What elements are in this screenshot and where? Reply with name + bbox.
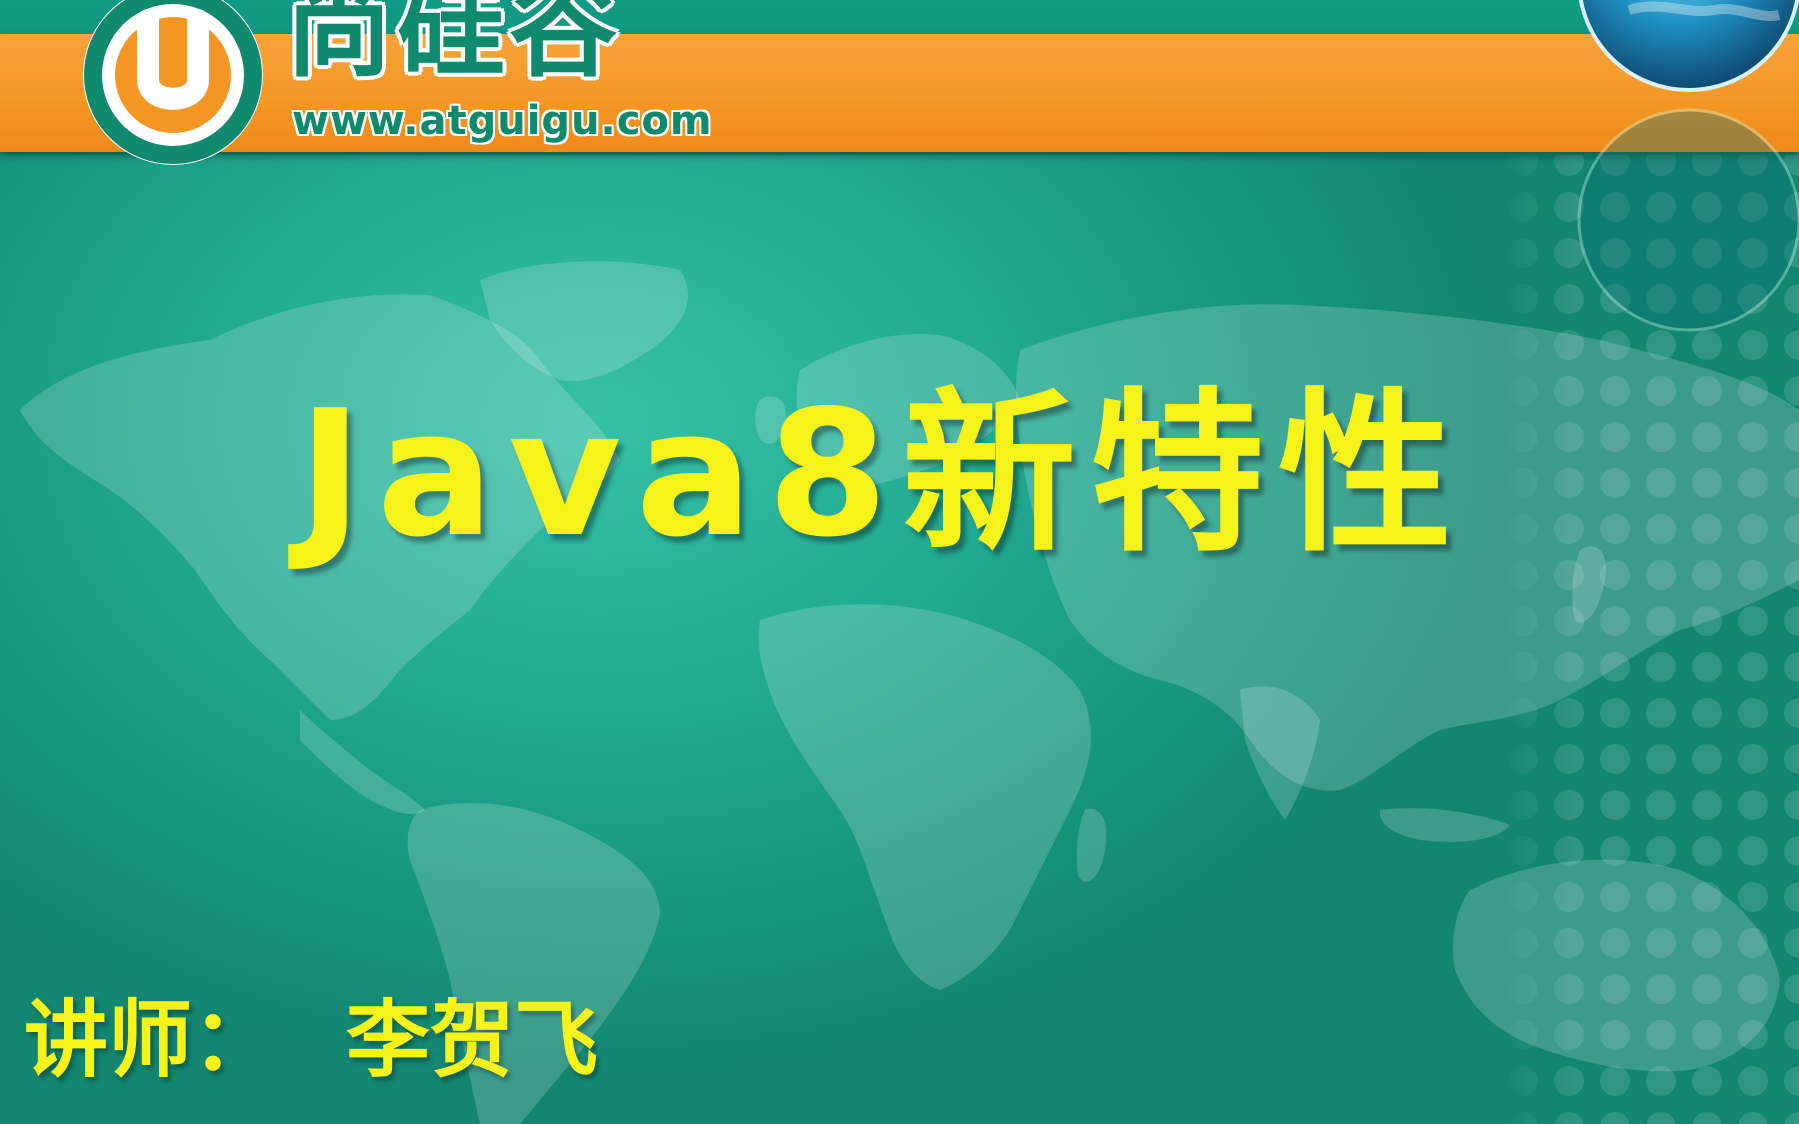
atguigu-logo-icon (83, 0, 263, 165)
slide-title: Java8新特性 (298, 373, 1467, 576)
orange-stripe (0, 34, 1799, 152)
instructor-label: 讲师： (24, 990, 277, 1089)
brand-url: www.atguigu.com (292, 98, 713, 144)
instructor-name: 李贺飞 (346, 990, 599, 1089)
instructor-line: 讲师： 李贺飞 (24, 985, 598, 1095)
globe-reflection-decoration (1577, 108, 1799, 332)
slide-canvas: 尚硅谷 www.atguigu.com Java8新特性 讲师： 李贺飞 (0, 0, 1799, 1124)
globe-icon (1578, 0, 1799, 92)
brand-name: 尚硅谷 (285, 0, 622, 92)
